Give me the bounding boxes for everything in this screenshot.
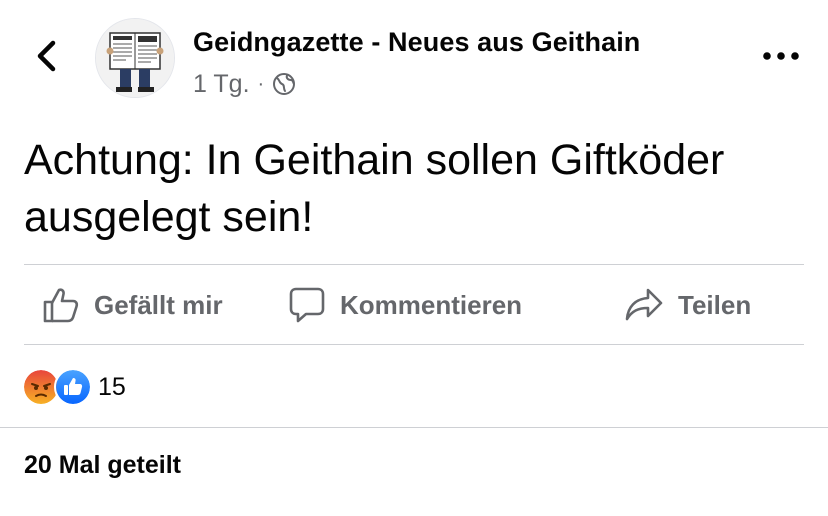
- share-label: Teilen: [678, 289, 752, 320]
- post-header: Geidngazette - Neues aus Geithain 1 Tg. …: [0, 0, 828, 110]
- share-button[interactable]: Teilen: [624, 266, 751, 344]
- share-arrow-icon: [625, 288, 663, 321]
- comment-label: Kommentieren: [340, 289, 523, 320]
- reactions-summary[interactable]: 15: [22, 368, 126, 406]
- like-label: Gefällt mir: [94, 289, 223, 320]
- divider-middle: [24, 344, 804, 345]
- thumbs-up-icon: [43, 288, 79, 323]
- globe-icon: [273, 73, 296, 95]
- action-bar: Gefällt mir Kommentieren Teilen: [24, 266, 804, 344]
- back-button[interactable]: [30, 36, 64, 76]
- comment-bubble-icon: [289, 287, 325, 323]
- like-reaction-icon: [54, 368, 92, 406]
- divider-bottom: [0, 427, 828, 428]
- page-avatar[interactable]: [95, 18, 175, 98]
- more-dots-icon: [763, 52, 799, 60]
- post-text: Achtung: In Geithain sollen Giftköder au…: [24, 136, 725, 241]
- post-meta: 1 Tg. ·: [193, 70, 296, 98]
- meta-separator: ·: [257, 72, 265, 95]
- page-name[interactable]: Geidngazette - Neues aus Geithain: [193, 27, 640, 58]
- newspaper-reader-avatar-image: [96, 19, 174, 97]
- shares-count[interactable]: 20 Mal geteilt: [24, 451, 181, 480]
- chevron-left-icon: [37, 40, 56, 72]
- post-time[interactable]: 1 Tg.: [193, 70, 250, 99]
- more-options-button[interactable]: [758, 36, 804, 76]
- reaction-count: 15: [98, 372, 126, 401]
- comment-button[interactable]: Kommentieren: [288, 266, 522, 344]
- like-button[interactable]: Gefällt mir: [42, 266, 223, 344]
- divider-top: [24, 264, 804, 265]
